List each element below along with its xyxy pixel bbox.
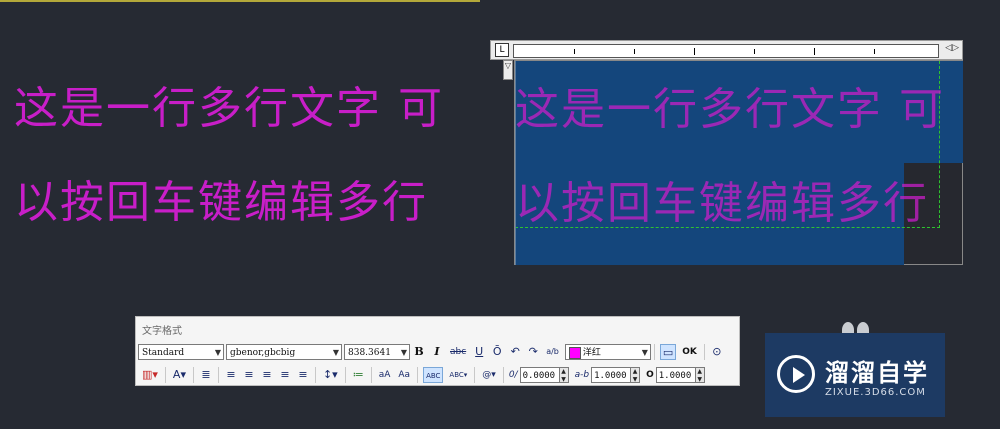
ruler-toggle-button[interactable]: ▭ [659,344,677,360]
editor-line-1[interactable]: 这是一行多行文字 可 [515,73,945,137]
paragraph-button[interactable]: ≣ [199,367,213,383]
separator [703,344,705,360]
text-formatting-toolbar: 文字格式 Standard ▼ gbenor,gbcbig ▼ 838.3641… [135,316,740,386]
columns-button[interactable]: ▥▾ [140,367,160,383]
align-justify-button[interactable]: ≡ [278,367,292,383]
separator [370,367,372,383]
toolbar-title: 文字格式 [142,326,182,337]
ruler-width-handle[interactable]: ◁▷ [945,43,959,53]
separator [344,367,346,383]
ruler-scale[interactable] [513,44,939,58]
tracking-spinner[interactable]: ▲ ▼ [631,367,641,383]
chevron-down-icon: ▼ [332,348,339,357]
ruler-tick [694,48,695,55]
oblique-angle-input[interactable]: 0.0000 [519,367,560,383]
toolbar-row-2: ▥▾ A▾ ≣ ≡ ≡ ≡ ≡ ≡ ↕▾ ≔ aA Aa ABC ABC▾ @▾… [138,365,705,385]
width-factor-input[interactable]: 1.0000 [655,367,696,383]
ruler-tick [574,49,575,54]
watermark-logo: 溜溜自学 ZIXUE.3D66.COM [765,333,945,417]
color-select[interactable]: 洋红 ▼ [564,344,651,360]
mtext-line-1[interactable]: 这是一行多行文字 可 [14,72,444,136]
indent-marker[interactable]: ▽ [503,60,513,80]
logo-subtitle: ZIXUE.3D66.COM [825,387,926,398]
chevron-down-icon: ▼ [641,348,648,357]
editor-text-area[interactable]: 这是一行多行文字 可 以按回车键编辑多行 [514,60,963,265]
redo-button[interactable]: ↷ [526,344,540,360]
strikethrough-button[interactable]: abc [448,344,468,360]
separator [192,367,194,383]
stack-button[interactable]: a/b [544,344,561,360]
numbering-button[interactable]: ≔ [351,367,366,383]
width-factor-spinner[interactable]: ▲ ▼ [695,367,705,383]
separator [164,367,166,383]
italic-button[interactable]: I [430,344,444,360]
separator [502,367,504,383]
mtext-line-2[interactable]: 以按回车键编辑多行 [14,166,428,230]
mtext-in-place-editor[interactable]: L ◁▷ ▽ 这是一行多行文字 可 以按回车键编辑多行 [490,40,963,265]
oblique-angle-icon: 0/ [508,370,518,380]
ruler-tick [634,49,635,54]
style-select-value: Standard [142,348,185,358]
chevron-down-icon: ▼ [400,348,407,357]
toolbar-row-1: Standard ▼ gbenor,gbcbig ▼ 838.3641 ▼ B … [138,342,726,362]
style-select[interactable]: Standard ▼ [138,344,224,360]
separator [314,367,316,383]
align-right-button[interactable]: ≡ [260,367,274,383]
tracking-input[interactable]: 1.0000 [591,367,632,383]
separator [217,367,219,383]
symbol-button[interactable]: @▾ [480,367,498,383]
spell-check-button[interactable]: ABC▾ [447,367,469,383]
ruler-tick [754,49,755,54]
align-left-button[interactable]: ≡ [224,367,238,383]
text-height-select[interactable]: 838.3641 ▼ [344,344,410,360]
color-swatch [568,346,581,359]
separator [474,367,476,383]
play-triangle-icon [793,367,805,383]
play-icon [777,355,815,393]
font-select-value: gbenor,gbcbig [230,348,296,358]
uppercase-button[interactable]: aA [377,367,393,383]
insert-field-button[interactable]: ABC [423,367,444,383]
width-factor-icon: O [646,370,654,380]
editor-ruler[interactable]: L ◁▷ [490,40,963,60]
logo-title: 溜溜自学 [825,359,929,387]
mtext-justification-button[interactable]: A▾ [171,367,188,383]
undo-button[interactable]: ↶ [508,344,522,360]
options-button[interactable]: ⊙ [710,344,724,360]
bold-button[interactable]: B [412,344,426,360]
font-select[interactable]: gbenor,gbcbig ▼ [226,344,342,360]
oblique-spinner[interactable]: ▲ ▼ [559,367,569,383]
lowercase-button[interactable]: Aa [396,367,412,383]
ruler-tick [814,48,815,55]
underline-button[interactable]: U [472,344,486,360]
chevron-down-icon: ▼ [214,348,221,357]
align-distribute-button[interactable]: ≡ [296,367,310,383]
overline-button[interactable]: Ō [490,344,504,360]
color-select-value: 洋红 [582,348,601,358]
separator [417,367,419,383]
ruler-tick [874,49,875,54]
align-center-button[interactable]: ≡ [242,367,256,383]
editor-line-2[interactable]: 以按回车键编辑多行 [515,167,929,231]
ok-button[interactable]: OK [680,344,699,360]
text-height-value: 838.3641 [348,348,391,358]
top-edge-line [0,0,480,2]
tracking-icon: a-b [574,370,590,380]
tab-type-button[interactable]: L [495,43,509,57]
separator [653,344,655,360]
line-spacing-button[interactable]: ↕▾ [321,367,340,383]
